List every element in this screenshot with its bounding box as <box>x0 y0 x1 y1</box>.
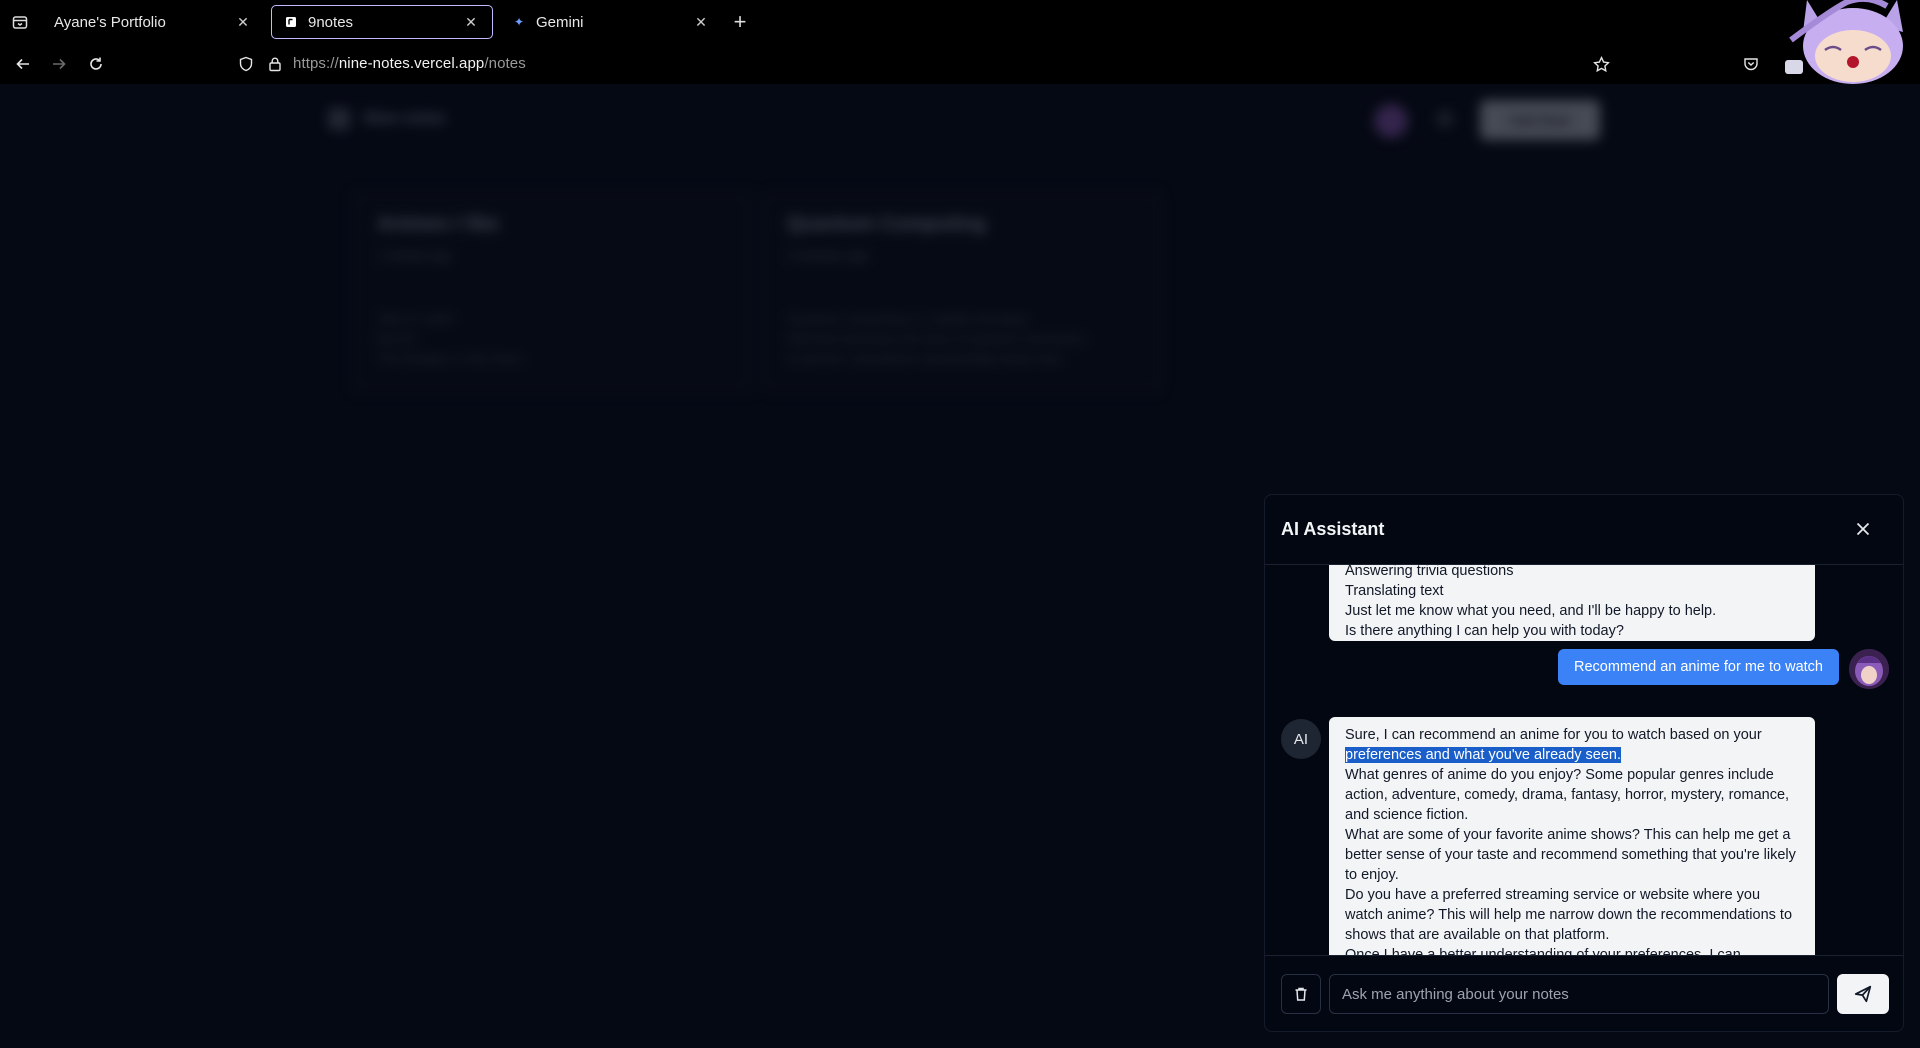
selected-text-highlight: preferences and what you've already seen… <box>1345 747 1622 763</box>
clear-chat-trash-button[interactable] <box>1281 974 1321 1014</box>
message-line: Answering trivia questions <box>1345 565 1514 579</box>
ai-avatar: AI <box>1281 719 1321 759</box>
url-host: nine-notes.vercel.app <box>338 55 485 72</box>
note-card: Quantum Computing 3 minutes ago Quantum … <box>762 192 1162 392</box>
note-body-line: Quantum computing is a rapidly emerging <box>787 311 1028 326</box>
add-note-button: Add Note <box>1480 100 1600 140</box>
ai-assistant-header: AI Assistant <box>1265 495 1903 565</box>
theme-toggle-icon <box>1436 110 1454 128</box>
message-line: Translating text <box>1345 583 1444 599</box>
send-button[interactable] <box>1837 974 1889 1014</box>
app-logo-icon <box>328 108 350 130</box>
ai-assistant-title: AI Assistant <box>1281 519 1385 539</box>
message-line: Just let me know what you need, and I'll… <box>1345 603 1717 619</box>
tab-gemini[interactable]: ✦ Gemini ✕ <box>500 5 722 39</box>
lock-icon[interactable] <box>263 52 287 76</box>
tab-9notes[interactable]: 9notes ✕ <box>271 5 493 39</box>
close-tab-icon[interactable]: ✕ <box>234 13 252 31</box>
ai-message-bubble: Answering trivia questions Translating t… <box>1329 565 1815 641</box>
ai-assistant-dialog: AI Assistant Answering trivia questions … <box>1264 494 1904 1032</box>
note-timestamp: 3 minutes ago <box>787 248 869 263</box>
user-avatar <box>1849 649 1889 689</box>
pocket-icon[interactable] <box>1739 52 1763 76</box>
bookmark-star-icon[interactable] <box>1589 52 1613 76</box>
tab-title: Ayane's Portfolio <box>54 13 166 31</box>
tab-list-icon[interactable] <box>8 10 32 34</box>
message-paragraph: Once I have a better understanding of yo… <box>1345 947 1741 955</box>
note-body-line: Bocchi <box>377 331 417 346</box>
message-line: Sure, I can recommend an anime for you t… <box>1345 725 1799 765</box>
close-tab-icon[interactable]: ✕ <box>462 13 480 31</box>
chat-message-list[interactable]: Answering trivia questions Translating t… <box>1265 565 1903 955</box>
user-message-bubble: Recommend an anime for me to watch <box>1557 649 1839 685</box>
tab-title: Gemini <box>536 13 584 31</box>
note-body: Quantum computing is a rapidly emerging … <box>787 309 1137 369</box>
note-card: Animes I like 1 minute ago Skip & Loafer… <box>352 192 752 392</box>
close-tab-icon[interactable]: ✕ <box>692 13 710 31</box>
message-paragraph: Do you have a preferred streaming servic… <box>1345 887 1793 943</box>
url-prefix: https:// <box>293 55 339 72</box>
ask-input[interactable] <box>1329 974 1829 1014</box>
message-paragraph: What are some of your favorite anime sho… <box>1345 827 1796 883</box>
note-body-line: to perform calculations exponentially fa… <box>787 351 1063 366</box>
message-paragraph: What genres of anime do you enjoy? Some … <box>1345 767 1790 823</box>
browser-nav-bar: https://nine-notes.vercel.app/notes <box>0 44 1920 84</box>
note-title: Animes I like <box>377 213 500 235</box>
close-icon[interactable] <box>1851 517 1875 541</box>
gemini-sparkle-icon: ✦ <box>513 15 525 29</box>
note-body-line: Skip & Loafer <box>377 311 456 326</box>
browser-tab-bar: Ayane's Portfolio ✕ 9notes ✕ ✦ Gemini ✕ … <box>0 0 1920 44</box>
note-body: Skip & Loafer Bocchi The Dangers in My H… <box>377 309 727 369</box>
forward-arrow-icon[interactable] <box>47 52 71 76</box>
mascot-character-image <box>1785 0 1920 84</box>
message-text: Sure, I can recommend an anime for you t… <box>1345 727 1762 743</box>
note-body-line: The Dangers in My Heart <box>377 351 523 366</box>
back-arrow-icon[interactable] <box>11 52 35 76</box>
reload-icon[interactable] <box>84 52 108 76</box>
note-body-line: field that harnesses the laws of quantum… <box>787 331 1086 346</box>
9notes-favicon-icon <box>284 15 298 29</box>
url-bar[interactable]: https://nine-notes.vercel.app/notes <box>293 55 526 72</box>
user-avatar <box>1374 104 1408 138</box>
tab-ayanes-portfolio[interactable]: Ayane's Portfolio ✕ <box>42 5 264 39</box>
note-timestamp: 1 minute ago <box>377 248 453 263</box>
url-path: /notes <box>484 55 526 72</box>
tracking-shield-icon[interactable] <box>234 52 258 76</box>
new-tab-plus-icon[interactable]: + <box>728 9 752 34</box>
ai-message-bubble: Sure, I can recommend an anime for you t… <box>1329 717 1815 955</box>
tab-title: 9notes <box>308 13 354 31</box>
note-title: Quantum Computing <box>787 213 986 235</box>
message-line: Is there anything I can help you with to… <box>1345 623 1624 639</box>
app-title: Nine notes <box>364 110 446 127</box>
chat-input-bar <box>1265 955 1903 1031</box>
